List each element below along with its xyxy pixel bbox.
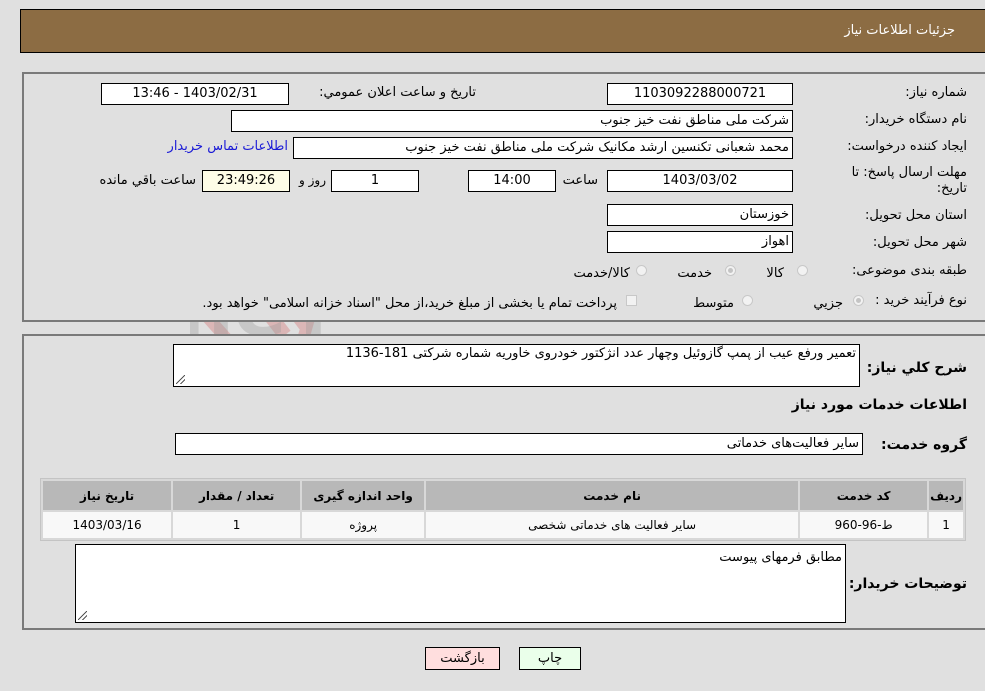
need-number-field[interactable]: 1103092288000721 [607,83,793,105]
remaining-label: ساعت باقي مانده [99,173,196,188]
cell-quantity: 1 [173,512,301,538]
deadline-time-field[interactable]: 14:00 [468,170,556,192]
category-option-goods-service: کالا/خدمت [573,266,630,281]
remaining-days-field[interactable]: 1 [331,170,419,192]
deadline-label-line2: تاریخ: [936,181,967,196]
treasury-checkbox-label: پرداخت تمام یا بخشی از مبلغ خرید،از محل … [202,296,617,311]
announce-datetime-label: تاریخ و ساعت اعلان عمومي: [319,85,476,100]
resize-handle-icon[interactable] [176,375,185,384]
col-unit: واحد اندازه گیری [302,481,425,510]
services-heading: اطلاعات خدمات مورد نیاز [791,397,967,413]
requester-field[interactable]: محمد شعبانی تکنسین ارشد مکانیک شرکت ملی … [293,137,793,159]
buyer-contact-link[interactable]: اطلاعات تماس خریدار [168,139,288,154]
province-label: استان محل تحویل: [865,208,967,223]
general-desc-label: شرح کلي نیاز: [866,360,967,376]
purchase-type-radio-minor[interactable] [853,295,864,306]
col-service-code: کد خدمت [800,481,928,510]
category-option-service: خدمت [677,266,712,281]
category-label: طبقه بندی موضوعی: [851,263,967,278]
buyer-notes-text: مطابق فرمهای پیوست [719,550,842,565]
city-label: شهر محل تحویل: [872,235,967,250]
days-label: روز و [299,173,326,187]
deadline-label-line1: مهلت ارسال پاسخ: تا [851,165,967,180]
purchase-type-option-medium: متوسط [693,296,734,311]
buyer-org-label: نام دستگاه خریدار: [864,112,967,127]
treasury-checkbox[interactable] [626,295,637,306]
buyer-notes-label: توضیحات خریدار: [848,576,967,592]
city-field[interactable]: اهواز [607,231,793,253]
deadline-time-label: ساعت [562,173,598,188]
service-group-field[interactable]: سایر فعالیت‌های خدماتی [175,433,863,455]
category-option-goods: کالا [766,266,784,281]
col-service-name: نام خدمت [426,481,799,510]
resize-handle-icon[interactable] [78,611,87,620]
purchase-type-option-minor: جزيي [813,296,843,311]
col-quantity: تعداد / مقدار [173,481,301,510]
requester-label: ایجاد کننده درخواست: [847,139,967,154]
purchase-type-label: نوع فرآیند خرید : [875,293,967,308]
cell-service-code: ط-96-960 [800,512,928,538]
back-button[interactable]: بازگشت [425,647,500,670]
deadline-date-field[interactable]: 1403/03/02 [607,170,793,192]
cell-service-name: سایر فعالیت های خدماتی شخصی [426,512,799,538]
purchase-type-radio-medium[interactable] [742,295,753,306]
buyer-org-field[interactable]: شرکت ملی مناطق نفت خیز جنوب [231,110,793,132]
cell-need-date: 1403/03/16 [43,512,172,538]
buyer-notes-field[interactable]: مطابق فرمهای پیوست [75,544,846,623]
remaining-time-field: 23:49:26 [202,170,290,192]
category-radio-goods[interactable] [797,265,808,276]
province-field[interactable]: خوزستان [607,204,793,226]
general-desc-text: تعمیر ورفع عیب از پمپ گازوئیل وچهار عدد … [345,346,856,361]
cell-unit: پروژه [302,512,425,538]
col-row-number: ردیف [929,481,963,510]
category-radio-goods-service[interactable] [636,265,647,276]
page-header: جزئیات اطلاعات نیاز [20,9,985,53]
table-row: 1 ط-96-960 سایر فعالیت های خدماتی شخصی پ… [43,512,963,538]
service-group-label: گروه خدمت: [881,437,967,453]
need-number-label: شماره نیاز: [905,85,967,100]
announce-datetime-field[interactable]: 1403/02/31 - 13:46 [101,83,289,105]
col-need-date: تاریخ نیاز [43,481,172,510]
services-table: ردیف کد خدمت نام خدمت واحد اندازه گیری ت… [40,478,966,541]
print-button[interactable]: چاپ [519,647,581,670]
page-title: جزئیات اطلاعات نیاز [844,23,955,38]
table-header-row: ردیف کد خدمت نام خدمت واحد اندازه گیری ت… [43,481,963,510]
category-radio-service[interactable] [725,265,736,276]
general-desc-field[interactable]: تعمیر ورفع عیب از پمپ گازوئیل وچهار عدد … [173,344,860,387]
cell-row-number: 1 [929,512,963,538]
